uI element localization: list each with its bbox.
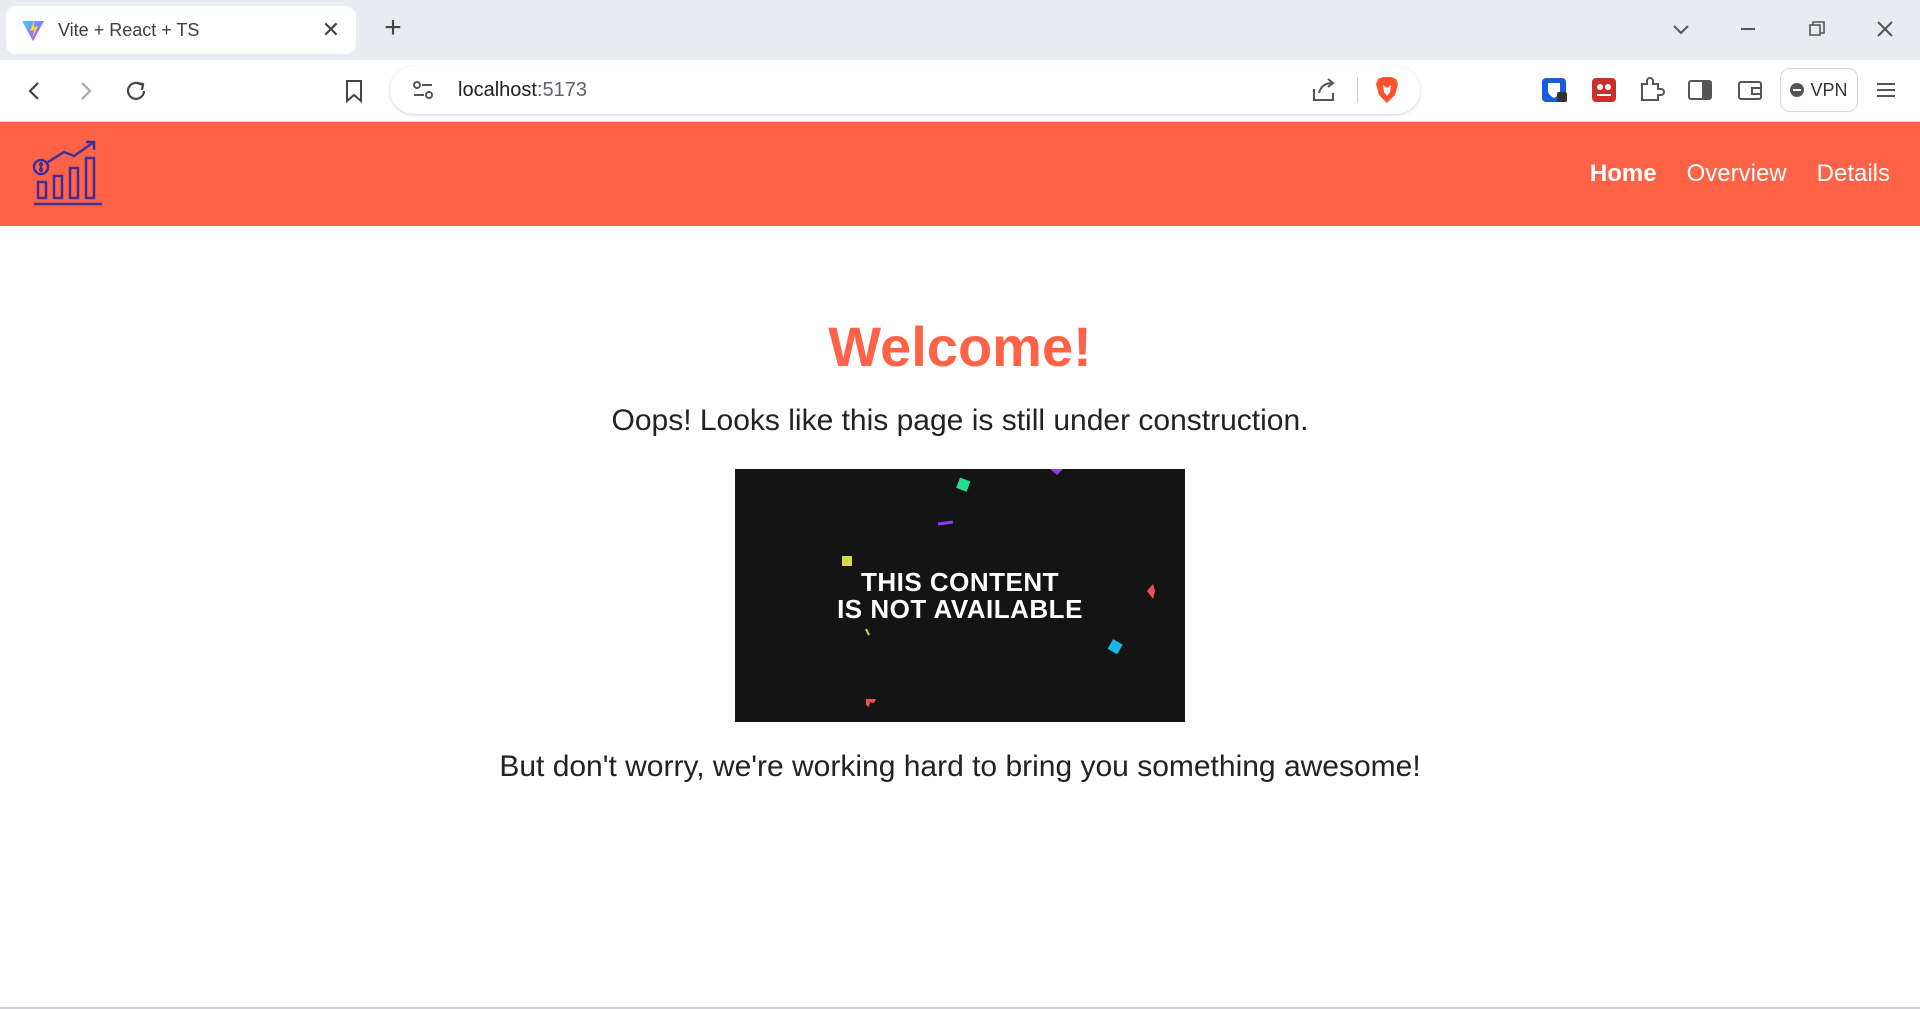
nav-overview-link[interactable]: Overview <box>1687 160 1787 188</box>
vpn-status-icon <box>1790 83 1805 97</box>
reassurance-message: But don't worry, we're working hard to b… <box>499 750 1421 783</box>
video-message-line1: THIS CONTENT <box>860 567 1060 597</box>
close-window-icon[interactable] <box>1870 14 1900 44</box>
tab-title: Vite + React + TS <box>58 19 200 40</box>
share-icon[interactable] <box>1309 75 1339 105</box>
url-text[interactable]: localhost:5173 <box>458 79 1309 102</box>
browser-menu-icon[interactable] <box>1870 74 1902 106</box>
nav-home-link[interactable]: Home <box>1590 160 1657 188</box>
tab-search-icon[interactable] <box>1666 14 1696 44</box>
url-host: localhost <box>458 78 537 101</box>
omnibox-divider <box>1357 77 1358 103</box>
wallet-icon[interactable] <box>1734 74 1766 106</box>
restore-icon[interactable] <box>1802 14 1832 44</box>
back-icon[interactable] <box>18 74 52 108</box>
browser-tab[interactable]: Vite + React + TS ✕ <box>6 6 356 54</box>
video-unavailable-message: THIS CONTENT IS NOT AVAILABLE <box>735 569 1185 623</box>
main-nav: Home Overview Details <box>1560 122 1890 226</box>
site-settings-icon[interactable] <box>408 75 438 105</box>
minimize-icon[interactable] <box>1733 14 1763 44</box>
finance-chart-logo-icon[interactable] <box>30 138 106 210</box>
url-port: :5173 <box>536 78 587 101</box>
close-tab-icon[interactable]: ✕ <box>320 17 342 43</box>
vpn-label: VPN <box>1810 79 1848 100</box>
vite-logo-icon <box>22 21 44 41</box>
browser-toolbar: localhost:5173 VPN <box>0 60 1920 122</box>
brave-shields-icon[interactable] <box>1372 75 1402 105</box>
page-title: Welcome! <box>828 315 1092 378</box>
nav-details-link[interactable]: Details <box>1817 160 1890 188</box>
embedded-video-unavailable[interactable]: THIS CONTENT IS NOT AVAILABLE <box>735 469 1185 722</box>
red-extension-icon[interactable] <box>1588 74 1620 106</box>
address-bar[interactable]: localhost:5173 <box>390 66 1420 114</box>
video-message-line2: IS NOT AVAILABLE <box>837 594 1083 624</box>
new-tab-button[interactable]: + <box>376 12 410 46</box>
reload-icon[interactable] <box>119 74 153 108</box>
vpn-button[interactable]: VPN <box>1780 68 1858 112</box>
app-header: Home Overview Details <box>0 122 1920 226</box>
bookmark-icon[interactable] <box>337 74 371 108</box>
browser-tab-strip: Vite + React + TS ✕ + <box>0 0 1920 60</box>
forward-icon[interactable] <box>68 74 102 108</box>
bitwarden-extension-icon[interactable] <box>1538 74 1570 106</box>
sidebar-icon[interactable] <box>1684 74 1716 106</box>
construction-message: Oops! Looks like this page is still unde… <box>611 404 1309 437</box>
extensions-puzzle-icon[interactable] <box>1635 74 1667 106</box>
